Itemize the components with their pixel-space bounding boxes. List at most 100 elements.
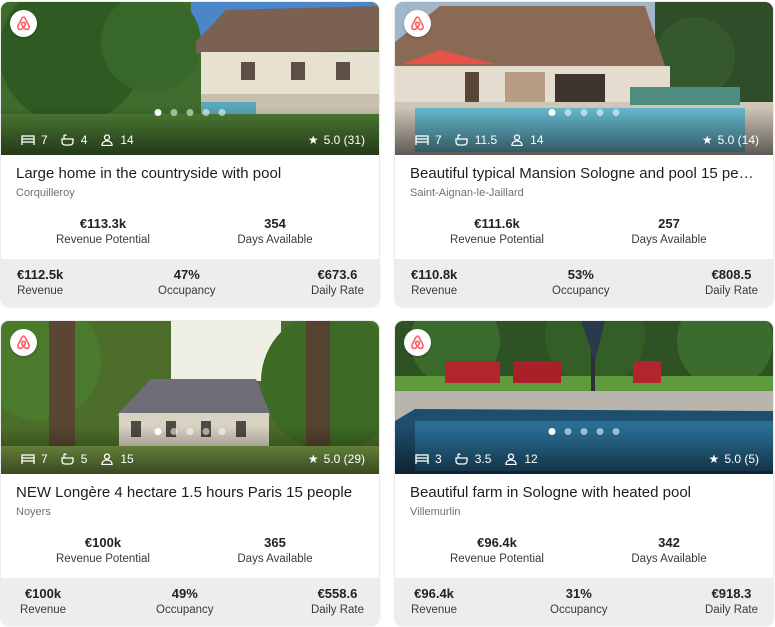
days-available-label: Days Available <box>237 234 313 246</box>
listing-photo[interactable]: 7 11.5 14 ★ 5.0 (14) <box>395 2 773 155</box>
listing-rating: ★ 5.0 (5) <box>709 452 759 466</box>
listing-photo[interactable]: 7 4 14 ★ 5.0 (31) <box>1 2 379 155</box>
revenue-potential-label: Revenue Potential <box>450 234 544 246</box>
carousel-dot[interactable] <box>596 109 604 116</box>
carousel-dot[interactable] <box>612 109 620 116</box>
stats-bar: €100k Revenue 49% Occupancy €558.6 Daily… <box>1 578 379 625</box>
revenue-potential-value: €96.4k <box>477 535 517 550</box>
listing-card[interactable]: 7 11.5 14 ★ 5.0 (14) Beautiful typical M… <box>395 2 773 306</box>
carousel-dot[interactable] <box>154 109 162 116</box>
revenue-potential-value: €100k <box>84 535 122 550</box>
revenue-value: €110.8k <box>411 267 458 282</box>
daily-rate-value: €808.5 <box>711 267 752 282</box>
listing-card[interactable]: 7 5 15 ★ 5.0 (29) NEW Longère 4 hectare … <box>1 321 379 625</box>
days-available: 257 Days Available <box>589 216 749 248</box>
person-icon <box>100 453 114 465</box>
revenue-potential: €111.6k Revenue Potential <box>417 216 577 248</box>
daily-rate-label: Daily Rate <box>310 285 364 297</box>
listing-rating: ★ 5.0 (29) <box>308 452 365 466</box>
listing-photo[interactable]: 7 5 15 ★ 5.0 (29) <box>1 321 379 474</box>
carousel-dot[interactable] <box>170 109 178 116</box>
listing-title[interactable]: Large home in the countryside with pool <box>16 165 366 182</box>
guest-count: 14 <box>530 133 544 147</box>
daily-rate-stat: €673.6 Daily Rate <box>311 267 364 299</box>
daily-rate-label: Daily Rate <box>704 285 758 297</box>
daily-rate-label: Daily Rate <box>310 604 364 616</box>
star-icon: ★ <box>307 452 319 466</box>
bath-count: 5 <box>80 452 88 466</box>
bed-icon <box>21 134 35 146</box>
listing-title[interactable]: Beautiful farm in Sologne with heated po… <box>410 484 760 501</box>
carousel-dot[interactable] <box>218 428 226 435</box>
carousel-dot[interactable] <box>548 109 556 116</box>
revenue-potential-label: Revenue Potential <box>56 553 150 565</box>
carousel-dot[interactable] <box>186 428 194 435</box>
bathtub-icon <box>61 134 75 146</box>
listing-features: 7 11.5 14 <box>415 133 551 147</box>
carousel-dots[interactable] <box>154 109 226 116</box>
guest-count: 14 <box>120 133 134 147</box>
carousel-dot[interactable] <box>218 109 226 116</box>
occupancy-label: Occupancy <box>156 604 214 616</box>
days-available-value: 342 <box>658 535 680 550</box>
bedroom-count: 3 <box>435 452 442 466</box>
days-available: 365 Days Available <box>195 535 355 567</box>
listing-rating: ★ 5.0 (14) <box>702 133 759 147</box>
revenue-label: Revenue <box>20 604 67 616</box>
revenue-stat: €112.5k Revenue <box>17 267 63 299</box>
carousel-dot[interactable] <box>548 428 556 435</box>
bathtub-icon <box>455 134 469 146</box>
stats-bar: €112.5k Revenue 47% Occupancy €673.6 Dai… <box>1 259 379 306</box>
stats-bar: €110.8k Revenue 53% Occupancy €808.5 Dai… <box>395 259 773 306</box>
days-available-label: Days Available <box>237 553 313 565</box>
days-available-value: 257 <box>658 216 680 231</box>
potential-metrics: €96.4k Revenue Potential 342 Days Availa… <box>395 535 773 575</box>
bedroom-count: 7 <box>41 452 48 466</box>
occupancy-value: 47% <box>173 267 200 282</box>
occupancy-value: 31% <box>565 586 592 601</box>
guest-count: 15 <box>120 452 134 466</box>
bed-icon <box>21 453 35 465</box>
daily-rate-stat: €558.6 Daily Rate <box>311 586 364 618</box>
carousel-dot[interactable] <box>202 109 210 116</box>
carousel-dot[interactable] <box>154 428 162 435</box>
rating-value: 5.0 (29) <box>323 452 365 466</box>
revenue-label: Revenue <box>411 604 458 616</box>
carousel-dots[interactable] <box>154 428 226 435</box>
carousel-dot[interactable] <box>564 109 572 116</box>
revenue-stat: €100k Revenue <box>20 586 66 618</box>
listing-rating: ★ 5.0 (31) <box>308 133 365 147</box>
carousel-dot[interactable] <box>186 109 194 116</box>
carousel-dots[interactable] <box>548 428 620 435</box>
listing-location: Saint-Aignan-le-Jaillard <box>410 187 524 199</box>
revenue-label: Revenue <box>17 285 64 297</box>
bathtub-icon <box>61 453 75 465</box>
revenue-potential-label: Revenue Potential <box>450 553 544 565</box>
carousel-dot[interactable] <box>596 428 604 435</box>
listing-location: Noyers <box>16 506 51 518</box>
occupancy-stat: 53% Occupancy <box>552 267 610 299</box>
bedroom-count: 7 <box>41 133 48 147</box>
listing-title[interactable]: NEW Longère 4 hectare 1.5 hours Paris 15… <box>16 484 366 501</box>
bedroom-count: 7 <box>435 133 442 147</box>
carousel-dot[interactable] <box>202 428 210 435</box>
carousel-dot[interactable] <box>580 428 588 435</box>
carousel-dot[interactable] <box>564 428 572 435</box>
carousel-dots[interactable] <box>548 109 620 116</box>
revenue-value: €100k <box>24 586 62 601</box>
listing-card[interactable]: 3 3.5 12 ★ 5.0 (5) Beautiful farm in Sol… <box>395 321 773 625</box>
carousel-dot[interactable] <box>612 428 620 435</box>
revenue-potential-label: Revenue Potential <box>56 234 150 246</box>
carousel-dot[interactable] <box>170 428 178 435</box>
star-icon: ★ <box>307 133 319 147</box>
occupancy-value: 53% <box>567 267 594 282</box>
revenue-value: €112.5k <box>17 267 64 282</box>
star-icon: ★ <box>708 452 720 466</box>
listing-card[interactable]: 7 4 14 ★ 5.0 (31) Large home in the coun… <box>1 2 379 306</box>
listing-title[interactable]: Beautiful typical Mansion Sologne and po… <box>410 165 760 182</box>
days-available-value: 365 <box>264 535 286 550</box>
days-available: 354 Days Available <box>195 216 355 248</box>
revenue-value: €96.4k <box>414 586 454 601</box>
listing-photo[interactable]: 3 3.5 12 ★ 5.0 (5) <box>395 321 773 474</box>
carousel-dot[interactable] <box>580 109 588 116</box>
